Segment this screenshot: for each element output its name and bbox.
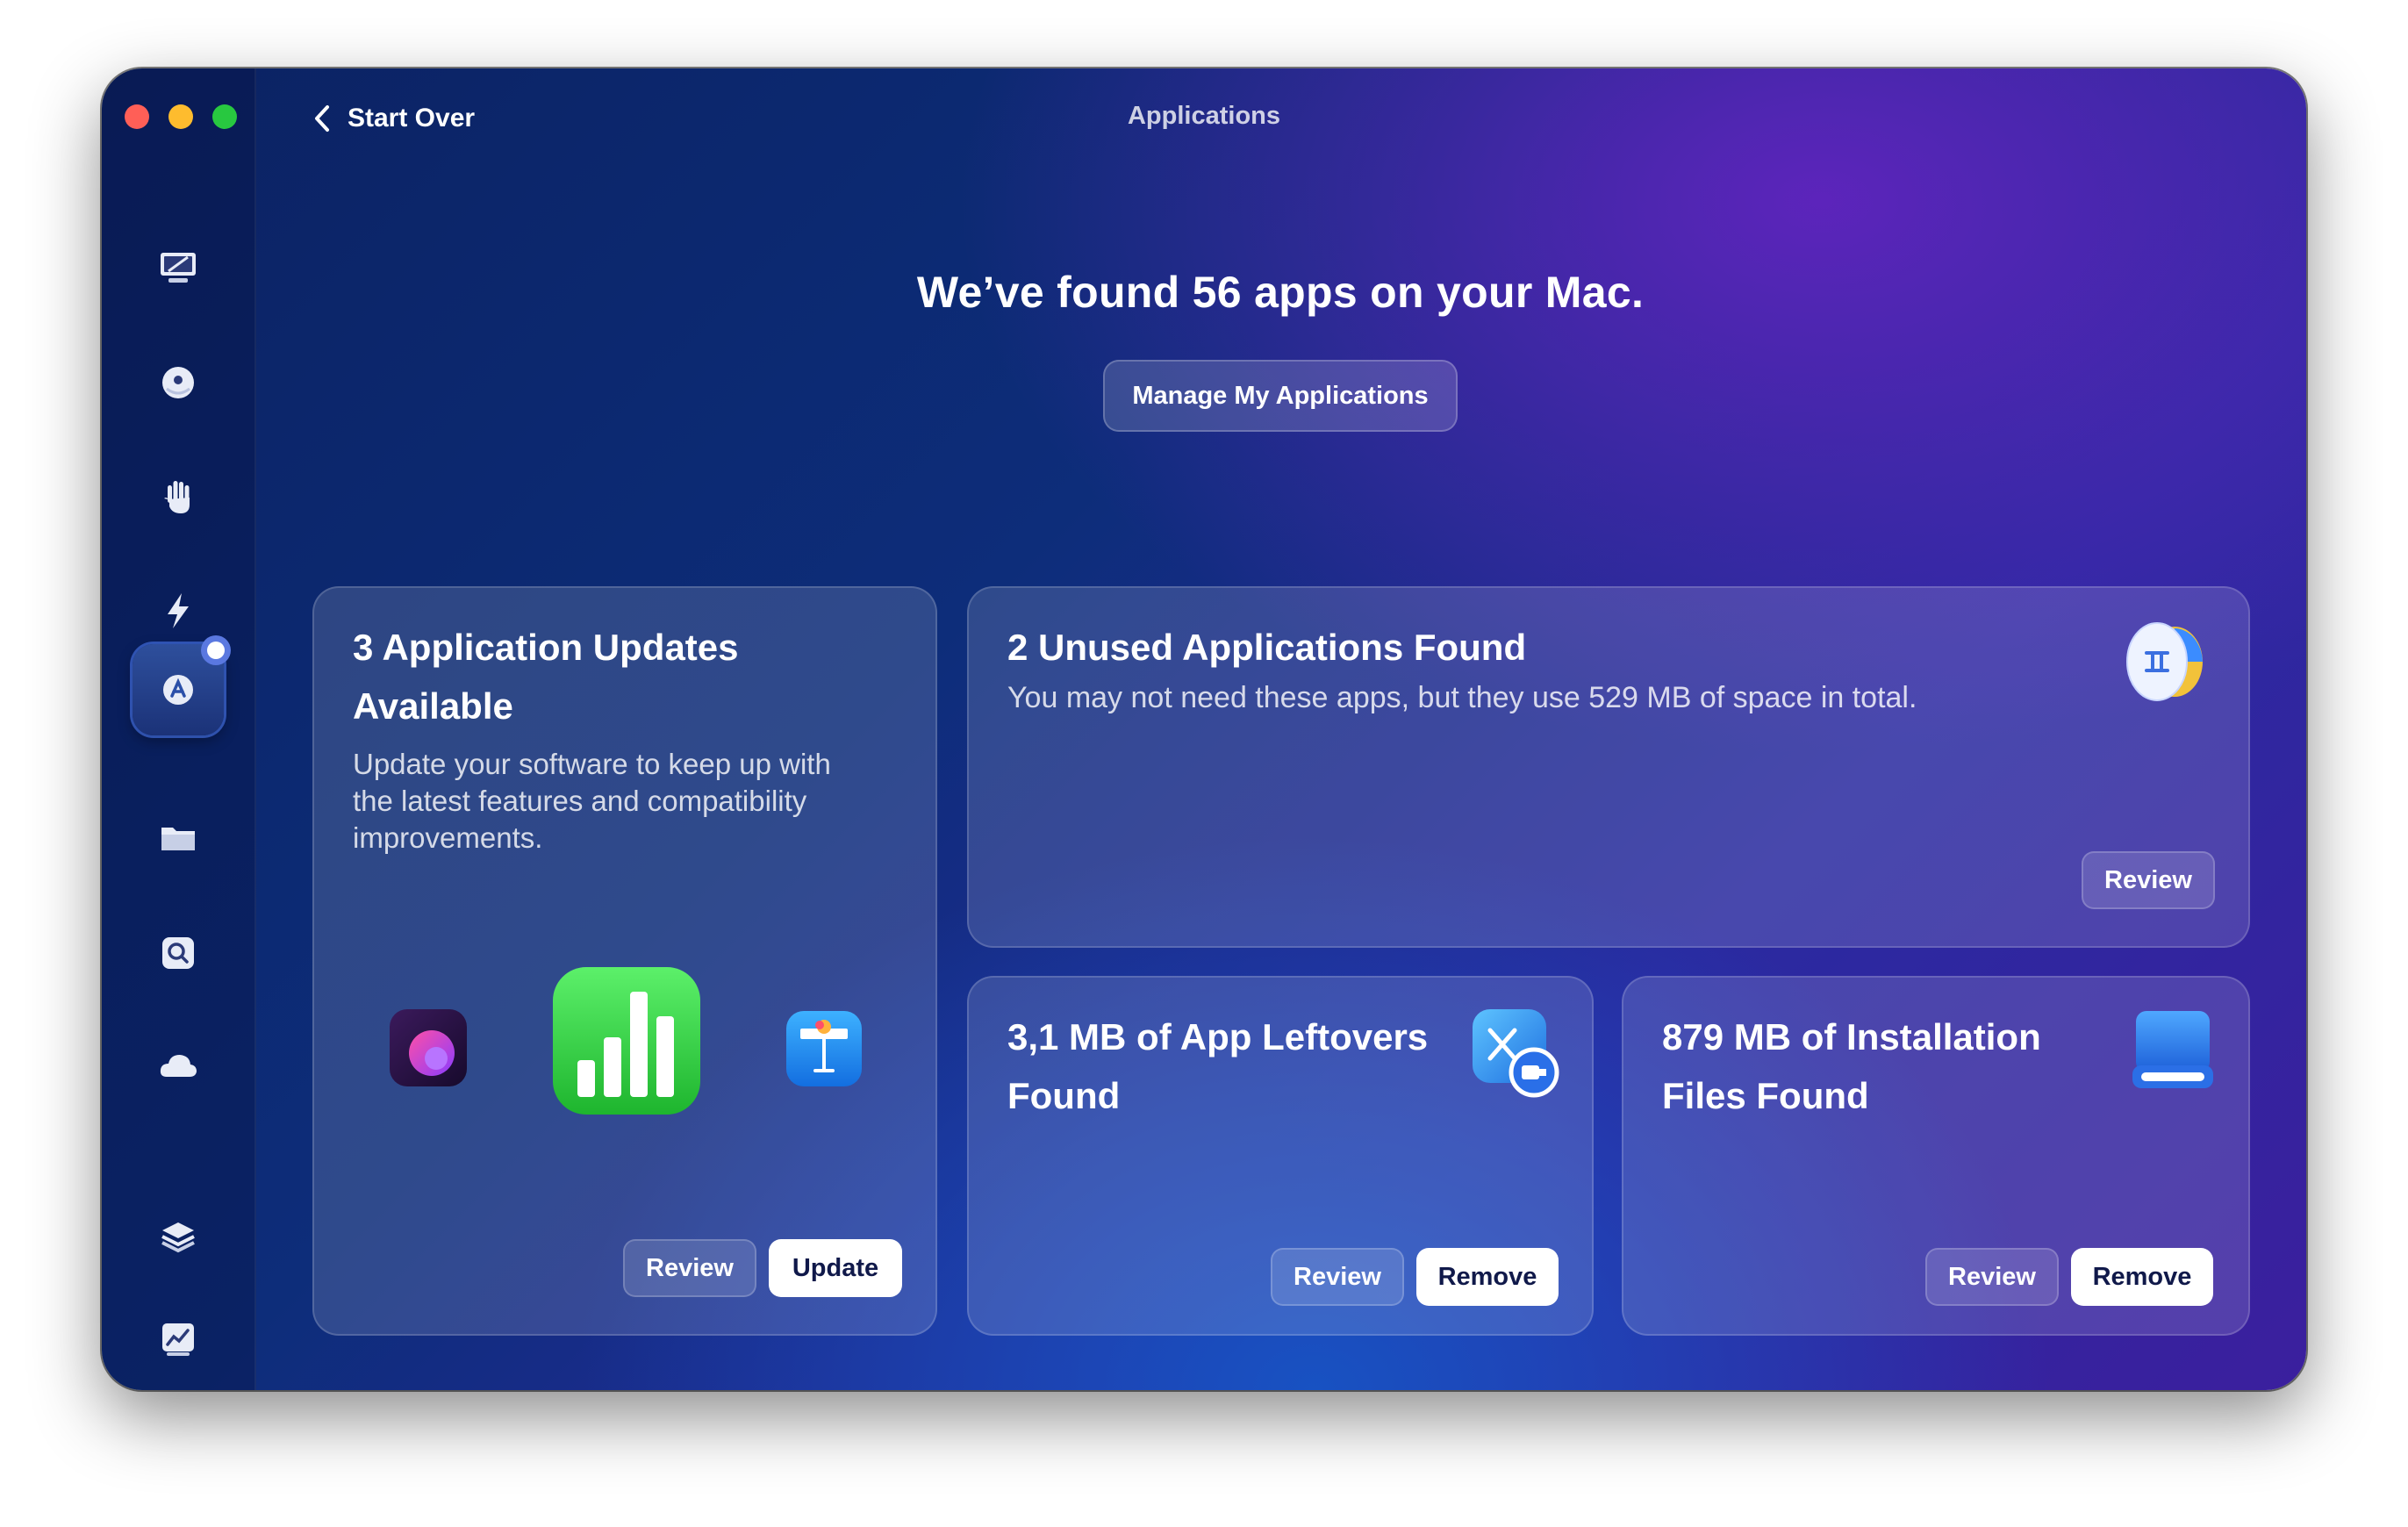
installation-title-line2: Files Found: [1662, 1075, 1869, 1116]
sidebar-item-assistant[interactable]: [141, 1201, 215, 1274]
installation-title-line1: 879 MB of Installation: [1662, 1016, 2041, 1057]
app-window: Start Over Applications We’ve found 56 a…: [102, 68, 2306, 1390]
updates-card: 3 Application Updates Available Update y…: [312, 586, 937, 1336]
updates-desc-line3: improvements.: [353, 821, 543, 854]
leftovers-card-title: 3,1 MB of App Leftovers Found: [1007, 1007, 1428, 1125]
installer-drive-icon: [2132, 1011, 2213, 1088]
leftovers-title-line1: 3,1 MB of App Leftovers: [1007, 1016, 1429, 1057]
leftovers-title-line2: Found: [1007, 1075, 1121, 1116]
leftovers-app-icon: [1473, 1009, 1559, 1098]
page-headline: We’ve found 56 apps on your Mac.: [916, 268, 1645, 317]
display-icon: [161, 253, 196, 283]
sidebar-item-menu-app[interactable]: [141, 1302, 215, 1376]
sidebar-item-applications[interactable]: [133, 635, 231, 735]
unused-card-title: 2 Unused Applications Found: [1007, 627, 1527, 668]
purple-orb-app-icon: [390, 1009, 467, 1086]
magnifier-icon: [162, 937, 194, 969]
unused-review-button[interactable]: Review: [2082, 851, 2215, 909]
sidebar-item-cleanup[interactable]: [141, 346, 215, 419]
keynote-app-icon: [786, 1011, 862, 1086]
leftovers-card: 3,1 MB of App Leftovers Found Review Rem…: [967, 976, 1594, 1336]
updates-card-title: 3 Application Updates Available: [353, 618, 739, 735]
hand-icon: [164, 481, 190, 513]
updates-review-button[interactable]: Review: [623, 1239, 756, 1297]
leftovers-remove-button[interactable]: Remove: [1416, 1248, 1559, 1306]
leftovers-review-button[interactable]: Review: [1271, 1248, 1404, 1306]
manage-applications-button[interactable]: Manage My Applications: [1103, 360, 1458, 432]
sidebar-item-cloud-cleanup[interactable]: [141, 1030, 215, 1104]
sidebar-item-smart-care[interactable]: [141, 232, 215, 305]
numbers-app-icon: [553, 967, 700, 1115]
installation-card-title: 879 MB of Installation Files Found: [1662, 1007, 2041, 1125]
updates-title-line2: Available: [353, 685, 513, 727]
gemini-app-icon: [2126, 622, 2203, 701]
lightning-icon: [168, 593, 189, 628]
bubble-icon: [162, 367, 194, 398]
layers-icon: [161, 1222, 195, 1253]
active-indicator: [201, 635, 231, 665]
updates-title-line1: 3 Application Updates: [353, 627, 739, 668]
sidebar-item-protection[interactable]: [141, 460, 215, 534]
sidebar-item-space-lens[interactable]: [141, 916, 215, 990]
installation-remove-button[interactable]: Remove: [2071, 1248, 2213, 1306]
cloud-icon: [160, 1055, 197, 1077]
installation-files-card: 879 MB of Installation Files Found Revie…: [1622, 976, 2250, 1336]
updates-card-description: Update your software to keep up with the…: [353, 746, 831, 857]
unused-card-description: You may not need these apps, but they us…: [1007, 681, 1917, 714]
update-button[interactable]: Update: [769, 1239, 902, 1297]
sidebar-item-my-clutter[interactable]: [141, 802, 215, 876]
window-title: Applications: [1127, 102, 1280, 130]
updates-desc-line1: Update your software to keep up with: [353, 748, 831, 780]
sidebar: [102, 68, 256, 1390]
folder-icon: [161, 828, 195, 850]
sidebar-item-performance[interactable]: [141, 574, 215, 648]
app-store-icon: [163, 675, 193, 705]
chart-icon: [162, 1323, 194, 1356]
unused-apps-card: 2 Unused Applications Found You may not …: [967, 586, 2250, 948]
updates-desc-line2: the latest features and compatibility: [353, 785, 807, 817]
installation-review-button[interactable]: Review: [1925, 1248, 2059, 1306]
